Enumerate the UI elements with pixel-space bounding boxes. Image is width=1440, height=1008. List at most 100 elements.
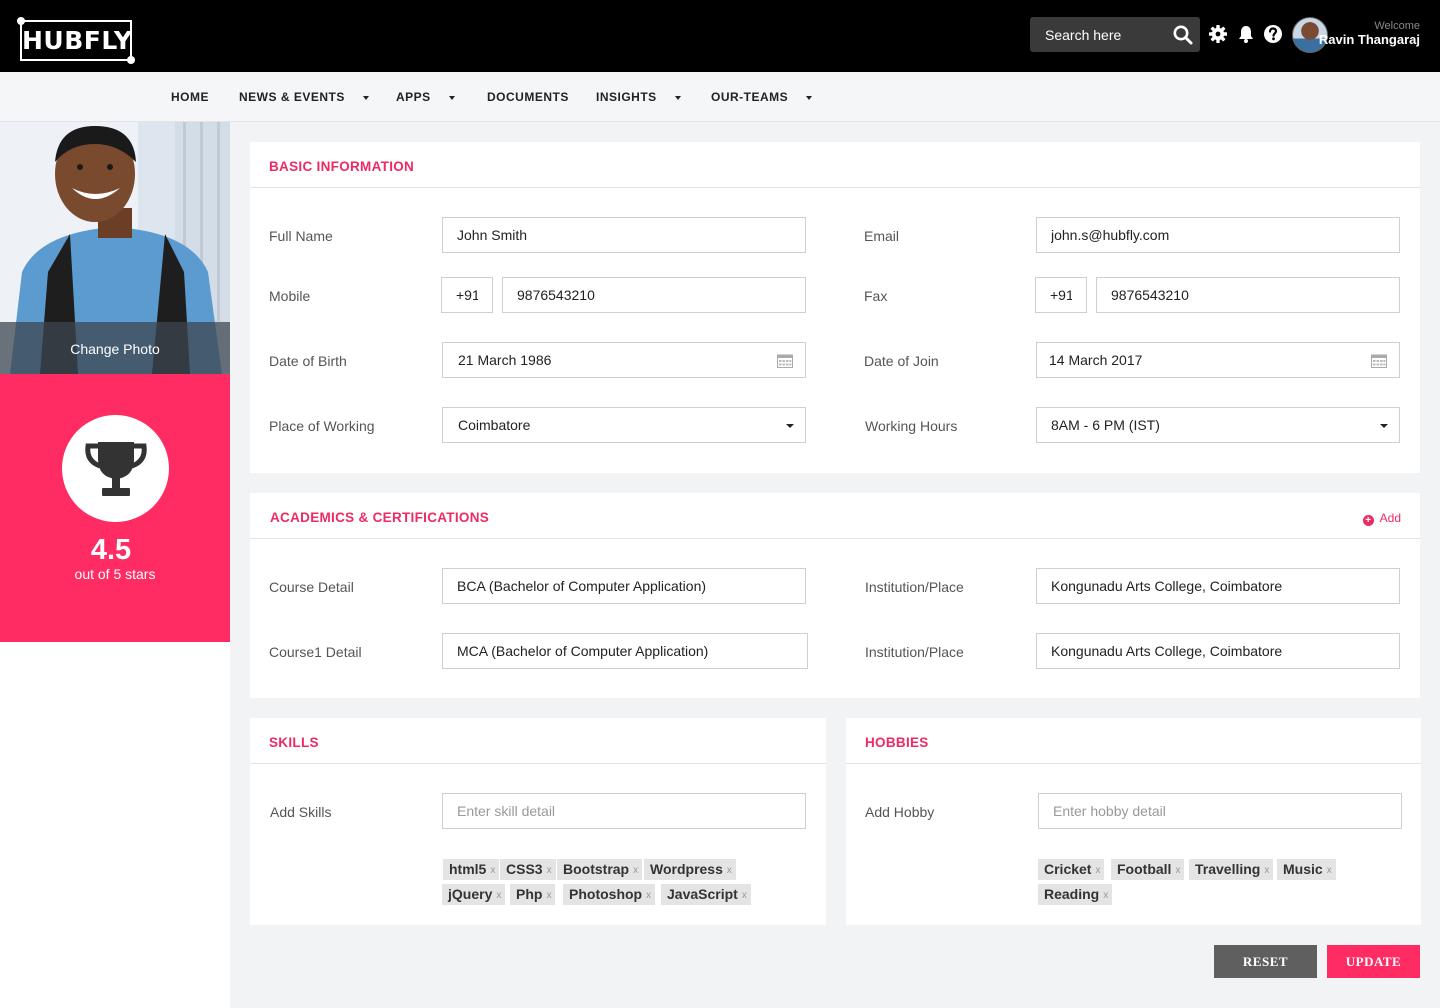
- remove-tag-icon[interactable]: x: [646, 885, 651, 906]
- skill-tag: html5 x: [443, 859, 500, 881]
- card-title: HOBBIES: [865, 735, 929, 750]
- nav-item-apps[interactable]: APPS: [396, 72, 455, 122]
- skill-tag: jQuery x: [442, 884, 506, 906]
- nav-label: HOME: [171, 90, 209, 104]
- nav-label: INSIGHTS: [596, 90, 657, 104]
- remove-tag-icon[interactable]: x: [496, 885, 501, 906]
- institution-field[interactable]: [1036, 633, 1400, 669]
- skill-input[interactable]: [442, 793, 806, 829]
- remove-tag-icon[interactable]: x: [1175, 860, 1180, 881]
- hubfly-logo[interactable]: HUBFLY: [17, 17, 135, 64]
- date-of-birth-value: 21 March 1986: [458, 352, 552, 368]
- remove-tag-icon[interactable]: x: [547, 860, 552, 881]
- nav-label: OUR-TEAMS: [711, 90, 789, 104]
- place-of-working-label: Place of Working: [269, 418, 375, 434]
- card-title: BASIC INFORMATION: [269, 159, 415, 174]
- remove-tag-icon[interactable]: x: [633, 860, 638, 881]
- course-detail-field[interactable]: [442, 568, 806, 604]
- fax-number-field[interactable]: [1096, 277, 1400, 313]
- bell-icon[interactable]: [1236, 24, 1256, 44]
- help-icon[interactable]: [1263, 24, 1283, 44]
- tag-label: html5: [449, 861, 487, 877]
- tag-label: Football: [1117, 861, 1172, 877]
- institution-label: Institution/Place: [865, 644, 964, 660]
- search-input[interactable]: [1030, 17, 1170, 52]
- skills-card: SKILLS Add Skills html5x CSS3x Bootstrap…: [250, 718, 826, 925]
- skill-tag: Wordpress x: [644, 859, 736, 880]
- remove-tag-icon[interactable]: x: [727, 860, 732, 881]
- nav-label: DOCUMENTS: [487, 90, 569, 104]
- hobby-tag: Music x: [1277, 859, 1336, 880]
- tag-label: CSS3: [506, 861, 543, 877]
- user-welcome[interactable]: Welcome Ravin Thangaraj: [1319, 20, 1420, 48]
- tag-label: jQuery: [448, 886, 493, 902]
- reset-button[interactable]: RESET: [1214, 945, 1317, 978]
- remove-tag-icon[interactable]: x: [1095, 860, 1100, 881]
- chevron-down-icon: [786, 424, 794, 428]
- tag-label: Music: [1283, 861, 1323, 877]
- working-hours-select[interactable]: 8AM - 6 PM (IST): [1036, 407, 1400, 443]
- nav-item-insights[interactable]: INSIGHTS: [596, 72, 681, 122]
- nav-item-home[interactable]: HOME: [171, 72, 209, 122]
- date-of-join-label: Date of Join: [864, 353, 939, 369]
- caret-down-icon: [674, 95, 681, 100]
- nav-item-news-events[interactable]: NEWS & EVENTS: [239, 72, 369, 122]
- top-bar: HUBFLY Welcome Ra: [0, 0, 1440, 72]
- mobile-country-code[interactable]: [441, 277, 493, 313]
- remove-tag-icon[interactable]: x: [1264, 860, 1269, 881]
- date-of-join-picker[interactable]: 14 March 2017: [1036, 342, 1400, 378]
- tag-label: Reading: [1044, 886, 1100, 902]
- chevron-down-icon: [1380, 424, 1388, 428]
- date-of-birth-label: Date of Birth: [269, 353, 347, 369]
- hobby-input[interactable]: [1038, 793, 1402, 829]
- caret-down-icon: [448, 95, 455, 100]
- card-title: SKILLS: [269, 735, 319, 750]
- tag-label: Photoshop: [569, 886, 643, 902]
- place-of-working-value: Coimbatore: [458, 417, 531, 433]
- tag-label: JavaScript: [667, 886, 738, 902]
- institution-field[interactable]: [1036, 568, 1400, 604]
- nav-item-our-teams[interactable]: OUR-TEAMS: [711, 72, 813, 122]
- working-hours-label: Working Hours: [865, 418, 958, 434]
- hobby-tag: Reading x: [1038, 884, 1113, 906]
- nav-label: APPS: [396, 90, 431, 104]
- mobile-label: Mobile: [269, 288, 311, 304]
- tag-label: Bootstrap: [563, 861, 630, 877]
- remove-tag-icon[interactable]: x: [1103, 885, 1108, 906]
- card-header: SKILLS: [250, 718, 826, 764]
- tag-label: Travelling: [1195, 861, 1261, 877]
- update-button[interactable]: UPDATE: [1327, 945, 1420, 978]
- hobby-tag: Cricket x: [1038, 859, 1105, 881]
- welcome-label: Welcome: [1374, 20, 1420, 32]
- calendar-icon[interactable]: [777, 353, 793, 368]
- mobile-number-field[interactable]: [502, 277, 806, 313]
- search-icon[interactable]: [1172, 24, 1194, 46]
- card-header: ACADEMICS & CERTIFICATIONS + Add: [250, 493, 1420, 539]
- tag-label: Cricket: [1044, 861, 1092, 877]
- skill-tag: Photoshop x: [563, 884, 656, 906]
- place-of-working-select[interactable]: Coimbatore: [442, 407, 806, 443]
- add-academic-button[interactable]: + Add: [1362, 511, 1401, 526]
- course1-detail-field[interactable]: [442, 633, 808, 669]
- full-name-field[interactable]: [442, 217, 806, 253]
- user-name: Ravin Thangaraj: [1318, 32, 1420, 47]
- email-field[interactable]: [1036, 217, 1400, 253]
- rating-value: 4.5: [90, 534, 132, 566]
- nav-item-documents[interactable]: DOCUMENTS: [487, 72, 569, 122]
- change-photo-button[interactable]: Change Photo: [0, 322, 230, 374]
- card-header: HOBBIES: [846, 718, 1421, 764]
- fax-country-code[interactable]: [1035, 277, 1087, 313]
- remove-tag-icon[interactable]: x: [490, 860, 495, 881]
- calendar-icon[interactable]: [1371, 353, 1387, 368]
- profile-photo: Change Photo: [0, 122, 230, 374]
- course1-detail-label: Course1 Detail: [269, 644, 362, 660]
- gear-icon[interactable]: [1208, 24, 1228, 44]
- remove-tag-icon[interactable]: x: [742, 885, 747, 906]
- caret-down-icon: [806, 95, 813, 100]
- date-of-birth-picker[interactable]: 21 March 1986: [442, 342, 806, 378]
- fax-label: Fax: [864, 288, 888, 304]
- tag-label: Wordpress: [650, 861, 723, 877]
- remove-tag-icon[interactable]: x: [1327, 860, 1332, 881]
- hobby-tag: Football x: [1111, 859, 1185, 881]
- remove-tag-icon[interactable]: x: [546, 885, 551, 906]
